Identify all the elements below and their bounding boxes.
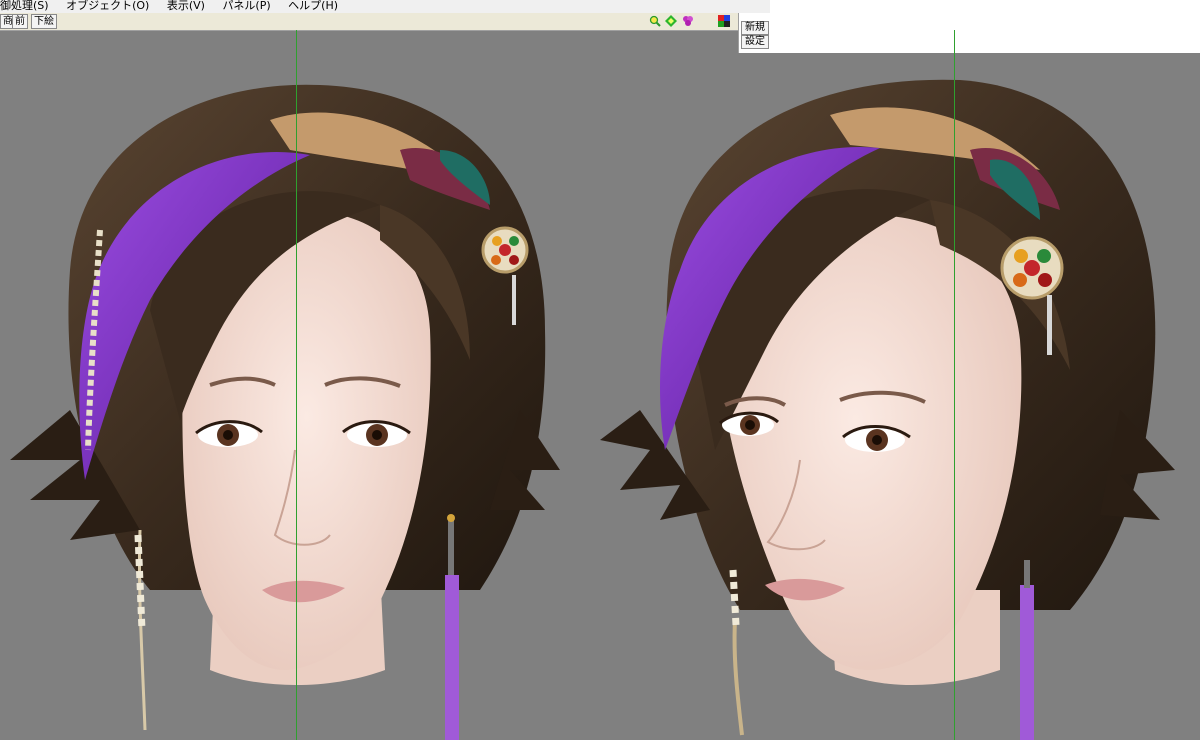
color-palette-icon[interactable]	[718, 15, 730, 27]
menu-item-object[interactable]: オブジェクト(O)	[66, 0, 149, 12]
status-strip	[0, 740, 1200, 747]
head-model-front	[10, 84, 560, 740]
menu-item-process[interactable]: 御処理(S)	[0, 0, 49, 12]
menu-item-help[interactable]: ヘルプ(H)	[288, 0, 338, 12]
toolbar-button-prev[interactable]: 前	[12, 14, 28, 29]
rotate-icon[interactable]	[682, 15, 694, 27]
viewport-perspective[interactable]	[600, 30, 1200, 740]
head-model-perspective	[600, 79, 1175, 740]
toolbar-button-underlay[interactable]: 下絵	[31, 14, 57, 29]
viewport-front[interactable]	[0, 30, 600, 740]
vertical-axis-line	[954, 30, 955, 740]
move-icon[interactable]	[665, 15, 677, 27]
menu-item-panel[interactable]: パネル(P)	[222, 0, 270, 12]
toolbar: 商 前 下絵	[0, 13, 738, 31]
zoom-icon[interactable]	[649, 15, 661, 27]
menu-bar: 御処理(S) オブジェクト(O) 表示(V) パネル(P) ヘルプ(H)	[0, 0, 770, 14]
menu-item-view[interactable]: 表示(V)	[167, 0, 205, 12]
vertical-axis-line	[296, 30, 297, 740]
